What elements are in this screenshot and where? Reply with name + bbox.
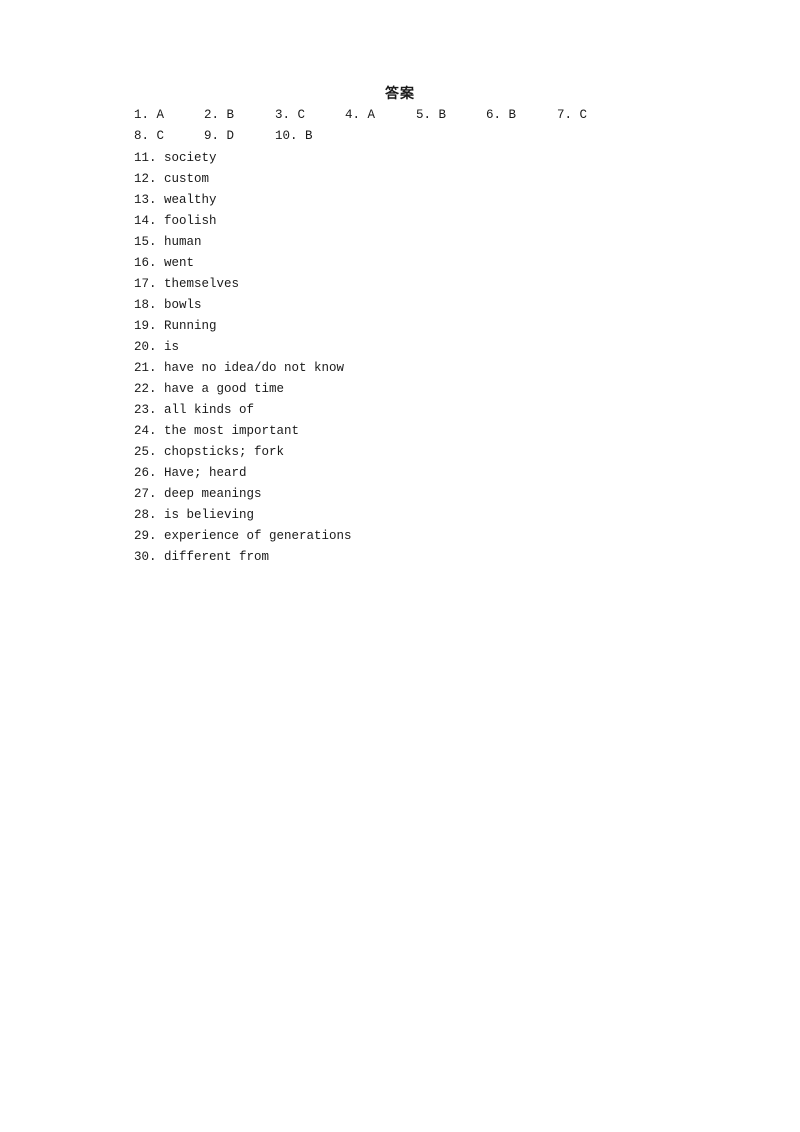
answer-item: 28. is believing bbox=[134, 508, 255, 522]
mc-answer: 4. A bbox=[345, 108, 376, 122]
answer-item: 17. themselves bbox=[134, 277, 240, 291]
answer-item: 15. human bbox=[134, 235, 202, 249]
answer-item: 24. the most important bbox=[134, 424, 300, 438]
answer-item: 11. society bbox=[134, 151, 217, 165]
answer-item: 21. have no idea/do not know bbox=[134, 361, 345, 375]
mc-answer: 3. C bbox=[275, 108, 306, 122]
mc-answer: 1. A bbox=[134, 108, 165, 122]
mc-answer: 9. D bbox=[204, 129, 235, 143]
mc-answer: 8. C bbox=[134, 129, 165, 143]
answer-item: 13. wealthy bbox=[134, 193, 217, 207]
answer-item: 29. experience of generations bbox=[134, 529, 352, 543]
answer-item: 18. bowls bbox=[134, 298, 202, 312]
mc-answer: 2. B bbox=[204, 108, 235, 122]
answer-item: 26. Have; heard bbox=[134, 466, 247, 480]
mc-answer: 5. B bbox=[416, 108, 447, 122]
answer-item: 22. have a good time bbox=[134, 382, 285, 396]
mc-answer: 7. C bbox=[557, 108, 588, 122]
answer-item: 30. different from bbox=[134, 550, 270, 564]
answer-item: 27. deep meanings bbox=[134, 487, 262, 501]
page-title: 答案 bbox=[385, 86, 415, 102]
answer-item: 12. custom bbox=[134, 172, 210, 186]
answer-item: 14. foolish bbox=[134, 214, 217, 228]
answer-item: 20. is bbox=[134, 340, 180, 354]
answer-item: 25. chopsticks; fork bbox=[134, 445, 285, 459]
mc-answer: 10. B bbox=[275, 129, 313, 143]
answer-list: 11. society 12. custom 13. wealthy 14. f… bbox=[134, 148, 352, 568]
mc-answer: 6. B bbox=[486, 108, 517, 122]
answer-item: 16. went bbox=[134, 256, 195, 270]
answer-item: 23. all kinds of bbox=[134, 403, 255, 417]
answer-item: 19. Running bbox=[134, 319, 217, 333]
